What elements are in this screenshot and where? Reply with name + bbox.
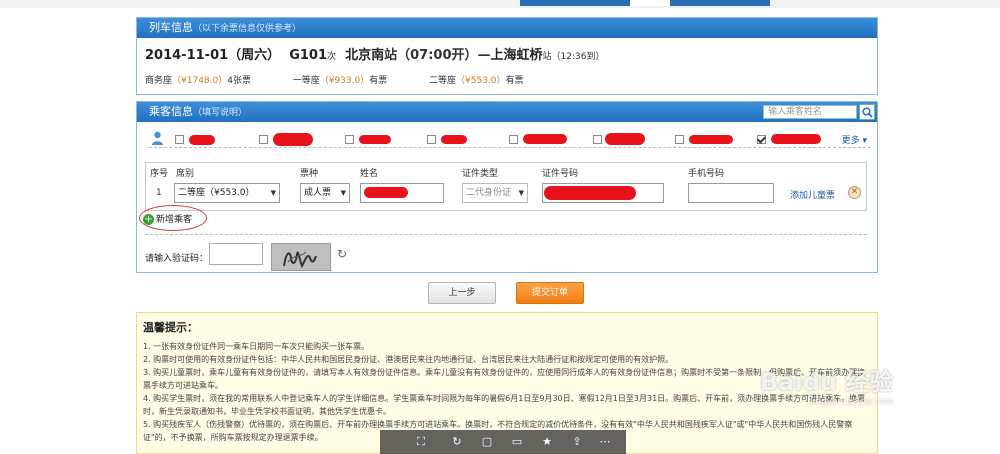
captcha-image[interactable] bbox=[271, 243, 331, 271]
passenger-search-input[interactable]: 输入乘客姓名 bbox=[763, 105, 857, 119]
col-index: 序号 bbox=[150, 169, 169, 179]
tip-item: 1. 一张有效身份证件同一乘车日期同一车次只能购买一张车票。 bbox=[143, 342, 370, 351]
redacted-name bbox=[689, 135, 733, 144]
seat-avail: 有票 bbox=[369, 76, 388, 86]
add-passenger-label: 新增乘客 bbox=[156, 215, 193, 225]
passenger-checkbox[interactable] bbox=[345, 135, 354, 144]
seat-price: （¥1748.0） bbox=[172, 76, 228, 86]
tips-title: 温馨提示： bbox=[143, 321, 198, 334]
passenger-table: 序号 席别 票种 姓名 证件类型 证件号码 手机号码 1 二等座（¥553.0）… bbox=[145, 162, 867, 211]
top-tab-decoration bbox=[520, 0, 630, 6]
previous-step-button[interactable]: 上一步 bbox=[428, 282, 496, 304]
add-child-ticket-link[interactable]: 添加儿童票 bbox=[790, 188, 835, 201]
more-icon[interactable]: ⋯ bbox=[598, 435, 612, 449]
redacted-name bbox=[441, 135, 467, 144]
redacted-id-number bbox=[544, 186, 636, 200]
redacted-name bbox=[273, 133, 313, 146]
seat-avail: 有票 bbox=[505, 76, 524, 86]
passenger-checkbox-selected[interactable] bbox=[757, 135, 766, 144]
seat-class: 一等座 bbox=[292, 76, 320, 86]
passenger-info-title: 乘客信息 bbox=[149, 105, 193, 118]
col-id-type: 证件类型 bbox=[462, 169, 499, 179]
seat-price: （¥553.0） bbox=[456, 76, 506, 86]
add-passenger-button[interactable]: + 新增乘客 bbox=[143, 212, 192, 225]
departure-suffix: 站（07:00开）— bbox=[384, 48, 491, 63]
passenger-checkbox[interactable] bbox=[593, 135, 602, 144]
travel-date: 2014-11-01（周六） bbox=[145, 48, 281, 63]
table-row: 1 二等座（¥553.0） 成人票 二代身份证 添加儿童票 ✕ bbox=[146, 179, 866, 211]
phone-input[interactable] bbox=[688, 183, 774, 203]
passenger-checkbox[interactable] bbox=[509, 135, 518, 144]
redacted-name bbox=[189, 135, 215, 145]
fill-instructions-link[interactable]: （填写说明） bbox=[193, 108, 247, 118]
id-type-select[interactable]: 二代身份证 bbox=[462, 183, 528, 203]
train-number: G101 bbox=[289, 48, 328, 63]
seat-price: （¥933.0） bbox=[319, 76, 370, 86]
train-number-suffix: 次 bbox=[327, 52, 337, 62]
save-icon[interactable]: ▭ bbox=[510, 435, 524, 449]
redacted-name bbox=[771, 134, 821, 144]
seat-availability: 商务座（¥1748.0）4张票 一等座（¥933.0）有票 二等座（¥553.0… bbox=[145, 73, 524, 86]
passenger-chooser: 更多 ▾ bbox=[149, 130, 871, 148]
captcha-input[interactable] bbox=[209, 243, 263, 265]
share-icon[interactable]: ⇪ bbox=[570, 435, 584, 449]
train-info-header: 列车信息（以下余票信息仅供参考） bbox=[137, 18, 877, 38]
train-info-panel: 列车信息（以下余票信息仅供参考） 2014-11-01（周六） G101次 北京… bbox=[136, 17, 878, 95]
person-icon bbox=[152, 131, 163, 145]
fullscreen-icon[interactable]: ▢ bbox=[480, 435, 494, 449]
passenger-checkbox[interactable] bbox=[175, 135, 184, 144]
divider bbox=[145, 234, 867, 235]
refresh-captcha-icon[interactable]: ↻ bbox=[337, 247, 347, 261]
search-button[interactable] bbox=[859, 104, 875, 120]
passenger-info-panel: 乘客信息（填写说明） 输入乘客姓名 更多 ▾ 序号 席别 票种 姓名 证件类型 … bbox=[136, 101, 878, 273]
train-info-subtitle: （以下余票信息仅供参考） bbox=[193, 24, 302, 34]
submit-order-button[interactable]: 提交订单 bbox=[516, 282, 584, 304]
seat-class: 商务座 bbox=[145, 76, 173, 86]
seat-class: 二等座 bbox=[429, 76, 457, 86]
passenger-checkbox[interactable] bbox=[427, 135, 436, 144]
redacted-name bbox=[364, 187, 408, 198]
ticket-type-select[interactable]: 成人票 bbox=[300, 183, 350, 203]
watermark-text: Baidu 经验 bbox=[760, 368, 894, 396]
train-info-title: 列车信息 bbox=[149, 21, 193, 34]
passenger-checkbox[interactable] bbox=[259, 135, 268, 144]
col-name: 姓名 bbox=[360, 169, 379, 179]
watermark-url: jingyan.baidu.com bbox=[810, 397, 894, 407]
crop-icon[interactable]: ⛶ bbox=[414, 435, 428, 449]
bookmark-icon[interactable]: ★ bbox=[540, 435, 554, 449]
baidu-watermark: Baidu 经验 jingyan.baidu.com bbox=[760, 362, 893, 407]
top-tab-decoration bbox=[630, 0, 670, 6]
captcha-graphic bbox=[283, 251, 317, 269]
row-index: 1 bbox=[156, 188, 162, 198]
seat-class-select[interactable]: 二等座（¥553.0） bbox=[174, 183, 280, 203]
passenger-checkbox[interactable] bbox=[675, 135, 684, 144]
redacted-name bbox=[359, 135, 391, 144]
col-id-number: 证件号码 bbox=[542, 169, 579, 179]
passenger-table-header: 序号 席别 票种 姓名 证件类型 证件号码 手机号码 bbox=[146, 163, 866, 179]
browser-top-strip bbox=[0, 0, 1000, 8]
departure-station: 北京南 bbox=[345, 48, 385, 63]
image-viewer-toolbar: ⛶ ↻ ▢ ▭ ★ ⇪ ⋯ bbox=[380, 430, 626, 454]
delete-row-icon[interactable]: ✕ bbox=[848, 186, 861, 199]
plus-icon: + bbox=[143, 214, 154, 225]
train-summary: 2014-11-01（周六） G101次 北京南站（07:00开）—上海虹桥站（… bbox=[145, 44, 604, 63]
redacted-name bbox=[605, 133, 645, 145]
captcha-label: 请输入验证码： bbox=[145, 254, 209, 264]
arrival-time: （12:36到） bbox=[551, 52, 605, 62]
redacted-name bbox=[523, 134, 567, 144]
col-seat: 席别 bbox=[176, 169, 195, 179]
search-icon bbox=[862, 107, 873, 118]
arrival-station: 上海虹桥 bbox=[490, 48, 543, 63]
seat-avail: 4张票 bbox=[227, 76, 251, 86]
more-passengers-link[interactable]: 更多 ▾ bbox=[842, 133, 867, 146]
arrival-suffix: 站 bbox=[542, 52, 552, 62]
refresh-icon[interactable]: ↻ bbox=[450, 435, 464, 449]
col-ticket-type: 票种 bbox=[300, 169, 319, 179]
top-tab-decoration bbox=[670, 0, 770, 6]
col-phone: 手机号码 bbox=[688, 169, 725, 179]
